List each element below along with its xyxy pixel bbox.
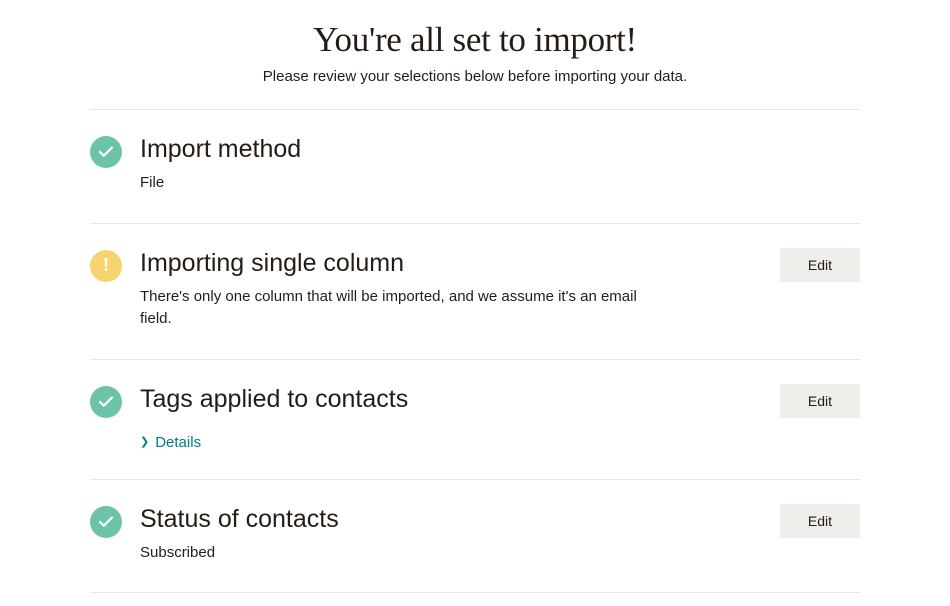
section-tags: Tags applied to contacts ❯ Details Edit xyxy=(90,359,860,479)
section-action: Edit xyxy=(780,504,860,538)
section-title-import-method: Import method xyxy=(140,134,844,164)
details-toggle[interactable]: ❯ Details xyxy=(140,434,201,451)
status-icon-wrapper xyxy=(90,506,122,538)
status-icon-wrapper: ! xyxy=(90,250,122,282)
section-action: Edit xyxy=(780,384,860,418)
section-status: Status of contacts Subscribed Edit xyxy=(90,479,860,594)
section-title-single-column: Importing single column xyxy=(140,248,764,278)
section-single-column: ! Importing single column There's only o… xyxy=(90,223,860,359)
section-description-import-method: File xyxy=(140,172,660,195)
section-content: Importing single column There's only one… xyxy=(140,248,780,331)
page-title: You're all set to import! xyxy=(90,20,860,60)
section-import-method: Import method File xyxy=(90,109,860,223)
status-icon-wrapper xyxy=(90,136,122,168)
section-content: Import method File xyxy=(140,134,860,195)
section-content: Tags applied to contacts ❯ Details xyxy=(140,384,780,451)
check-icon xyxy=(90,136,122,168)
section-action: Edit xyxy=(780,248,860,282)
edit-button-tags[interactable]: Edit xyxy=(780,384,860,418)
edit-button-status[interactable]: Edit xyxy=(780,504,860,538)
section-title-tags: Tags applied to contacts xyxy=(140,384,764,414)
details-label: Details xyxy=(155,434,201,451)
section-title-status: Status of contacts xyxy=(140,504,764,534)
section-description-single-column: There's only one column that will be imp… xyxy=(140,286,660,331)
check-icon xyxy=(90,506,122,538)
check-icon xyxy=(90,386,122,418)
status-icon-wrapper xyxy=(90,386,122,418)
section-description-status: Subscribed xyxy=(140,542,660,565)
edit-button-single-column[interactable]: Edit xyxy=(780,248,860,282)
exclamation-icon: ! xyxy=(103,255,109,276)
chevron-right-icon: ❯ xyxy=(140,437,149,448)
section-content: Status of contacts Subscribed xyxy=(140,504,780,565)
page-subtitle: Please review your selections below befo… xyxy=(90,68,860,85)
import-review-container: You're all set to import! Please review … xyxy=(0,0,950,593)
warning-icon: ! xyxy=(90,250,122,282)
page-header: You're all set to import! Please review … xyxy=(90,20,860,85)
